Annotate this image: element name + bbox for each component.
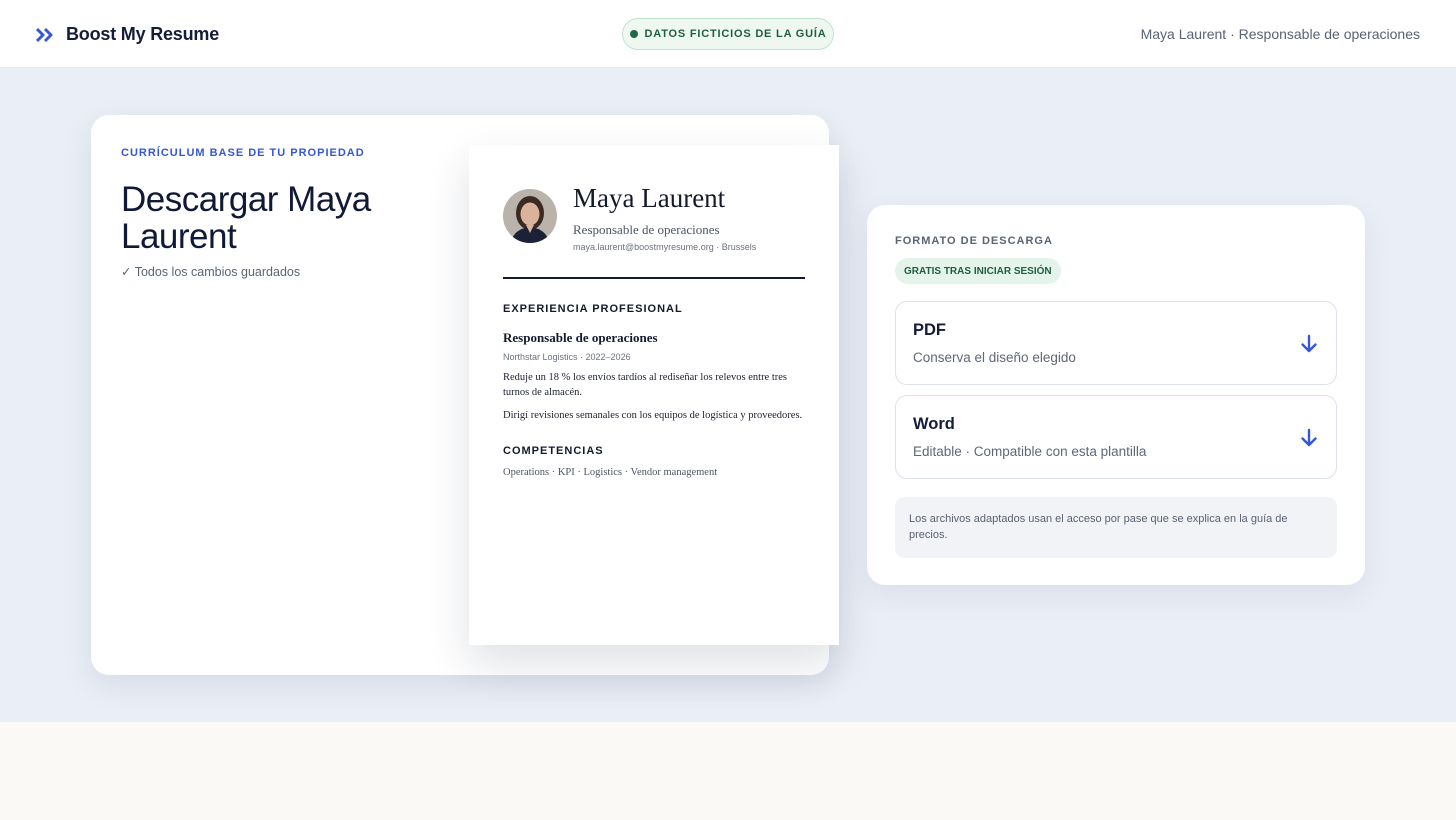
- arrow-down-icon: [1301, 428, 1317, 447]
- divider: [503, 277, 805, 279]
- top-bar: Boost My Resume DATOS FICTICIOS DE LA GU…: [0, 0, 1456, 68]
- avatar: [503, 189, 557, 243]
- job-bullet: Reduje un 18 % los envíos tardíos al red…: [503, 372, 788, 398]
- job-title: Responsable de operaciones: [503, 330, 658, 345]
- option-subtitle: Editable · Compatible con esta plantilla: [913, 444, 1147, 459]
- save-status: ✓ Todos los cambios guardados: [121, 265, 301, 279]
- resume-preview: Maya Laurent Responsable de operaciones …: [469, 145, 839, 645]
- brand[interactable]: Boost My Resume: [36, 24, 219, 45]
- demo-data-badge: DATOS FICTICIOS DE LA GUÍA: [622, 18, 834, 50]
- free-after-login-badge: GRATIS TRAS INICIAR SESIÓN: [895, 258, 1061, 284]
- resume-role: Responsable de operaciones: [573, 222, 720, 237]
- page-title: Descargar Maya Laurent: [121, 180, 371, 256]
- user-info: Maya Laurent · Responsable de operacione…: [1140, 26, 1420, 42]
- download-format-label: FORMATO DE DESCARGA: [895, 235, 1053, 247]
- brand-name: Boost My Resume: [66, 24, 220, 44]
- option-subtitle: Conserva el diseño elegido: [913, 350, 1076, 365]
- resume-name: Maya Laurent: [573, 183, 726, 213]
- skills-heading: COMPETENCIAS: [503, 445, 604, 457]
- download-format-card: FORMATO DE DESCARGA GRATIS TRAS INICIAR …: [867, 205, 1365, 585]
- pricing-note: Los archivos adaptados usan el acceso po…: [895, 497, 1337, 558]
- option-title: Word: [913, 415, 955, 433]
- option-title: PDF: [913, 321, 946, 339]
- download-word-option[interactable]: Word Editable · Compatible con esta plan…: [895, 395, 1337, 479]
- resume-contact: maya.laurent@boostmyresume.org · Brussel…: [573, 242, 757, 252]
- skills-list: Operations · KPI · Logistics · Vendor ma…: [503, 467, 718, 478]
- arrow-down-icon: [1301, 334, 1317, 353]
- job-bullet: Dirigí revisiones semanales con los equi…: [503, 410, 803, 421]
- editor-eyebrow: CURRÍCULUM BASE DE TU PROPIEDAD: [121, 147, 365, 159]
- job-meta: Northstar Logistics · 2022–2026: [503, 352, 631, 362]
- status-dot-icon: [629, 30, 638, 38]
- double-chevron-right-icon: [36, 27, 53, 42]
- experience-heading: EXPERIENCIA PROFESIONAL: [503, 303, 683, 315]
- download-pdf-option[interactable]: PDF Conserva el diseño elegido: [895, 301, 1337, 385]
- demo-data-badge-label: DATOS FICTICIOS DE LA GUÍA: [644, 28, 827, 40]
